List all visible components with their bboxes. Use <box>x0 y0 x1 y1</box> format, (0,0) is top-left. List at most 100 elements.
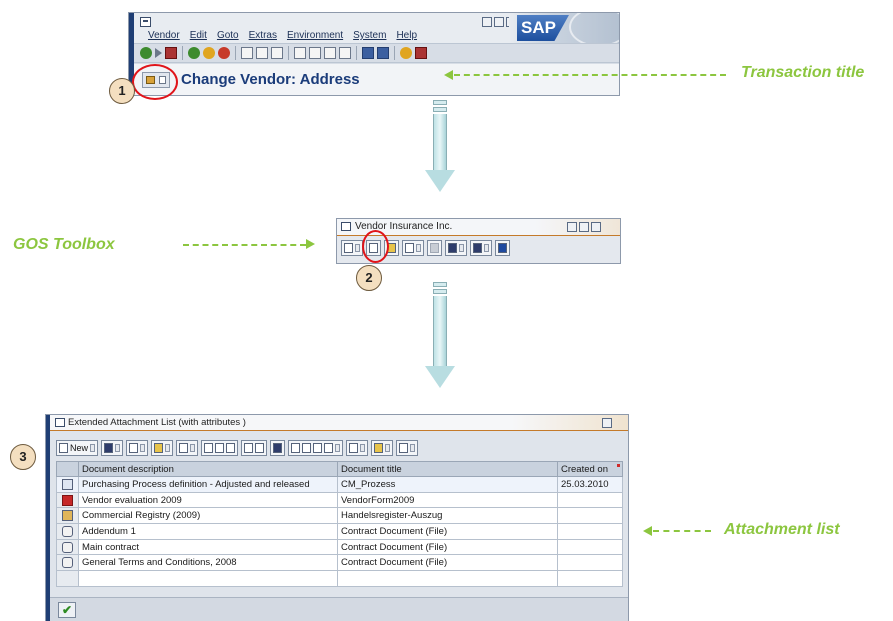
shortcut-icon[interactable] <box>377 47 389 59</box>
back-icon[interactable] <box>188 47 200 59</box>
table-row[interactable]: Main contract Contract Document (File) <box>56 538 623 556</box>
versions-icon <box>244 443 254 453</box>
attachment-toolbar: New <box>56 438 614 458</box>
next-page-icon[interactable] <box>324 47 336 59</box>
create-document-icon <box>344 243 353 253</box>
logo-wave-decoration <box>569 13 619 47</box>
my-objects-button[interactable] <box>470 240 492 256</box>
import-button[interactable] <box>151 440 174 456</box>
details-icon <box>204 443 214 453</box>
chevron-down-icon <box>190 444 196 452</box>
exit-icon[interactable] <box>203 47 215 59</box>
close-icon[interactable] <box>602 418 612 428</box>
minimize-icon[interactable] <box>482 17 492 27</box>
new-button[interactable]: New <box>56 440 99 456</box>
highlight-circle-attachment-button <box>362 230 389 263</box>
attachment-footer: ✔ <box>50 597 628 621</box>
layout-button[interactable] <box>346 440 369 456</box>
row-icon-cell <box>56 491 79 509</box>
previous-page-icon[interactable] <box>309 47 321 59</box>
spreadsheet-icon <box>399 443 409 453</box>
workflow-button[interactable] <box>445 240 467 256</box>
cell-empty <box>557 570 623 587</box>
create-session-icon[interactable] <box>362 47 374 59</box>
help-button[interactable] <box>495 240 510 256</box>
maximize-icon[interactable] <box>494 17 504 27</box>
menu-edit[interactable]: Edit <box>190 30 207 41</box>
sap-main-window: Vendor Edit Goto Extras Environment Syst… <box>128 12 620 96</box>
minimize-icon[interactable] <box>567 222 577 232</box>
menu-help[interactable]: Help <box>396 30 417 41</box>
copy-button[interactable] <box>126 440 149 456</box>
cancel-icon[interactable] <box>218 47 230 59</box>
menu-goto[interactable]: Goto <box>217 30 239 41</box>
create-button[interactable] <box>341 240 363 256</box>
cell-title: CM_Prozess <box>337 476 558 493</box>
callout-attachment-list: Attachment list <box>724 521 840 538</box>
cell-created <box>557 507 623 525</box>
highlight-circle-gos-button <box>132 64 178 100</box>
column-header-created[interactable]: Created on <box>557 461 623 477</box>
chevron-down-icon <box>90 444 96 452</box>
enter-icon[interactable] <box>140 47 152 59</box>
cell-created <box>557 523 623 540</box>
table-row[interactable]: General Terms and Conditions, 2008 Contr… <box>56 554 623 572</box>
step-marker-1: 1 <box>109 78 135 104</box>
layout-menu-icon[interactable] <box>415 47 427 59</box>
relationships-button[interactable] <box>427 240 442 256</box>
table-row[interactable]: Commercial Registry (2009) Handelsregist… <box>56 507 623 525</box>
system-menu-icon[interactable] <box>140 17 151 27</box>
column-header-description[interactable]: Document description <box>78 461 338 477</box>
menu-extras[interactable]: Extras <box>249 30 277 41</box>
table-row[interactable]: Vendor evaluation 2009 VendorForm2009 <box>56 491 623 509</box>
send-button[interactable] <box>402 240 424 256</box>
close-icon[interactable] <box>591 222 601 232</box>
column-header-title[interactable]: Document title <box>337 461 558 477</box>
toolbar-separator <box>288 46 289 60</box>
print-icon[interactable] <box>241 47 253 59</box>
row-icon-cell <box>56 538 79 556</box>
system-menu-icon[interactable] <box>55 418 65 427</box>
row-icon-cell <box>56 507 79 525</box>
chevron-down-icon <box>335 444 341 452</box>
column-header-icon[interactable] <box>56 461 79 477</box>
sort-icon <box>291 443 301 453</box>
help-icon[interactable] <box>400 47 412 59</box>
continue-button[interactable]: ✔ <box>58 602 76 618</box>
table-row[interactable]: Addendum 1 Contract Document (File) <box>56 523 623 540</box>
first-page-icon[interactable] <box>294 47 306 59</box>
menu-environment[interactable]: Environment <box>287 30 343 41</box>
relationships-icon <box>430 243 439 253</box>
chevron-down-icon <box>410 444 416 452</box>
system-menu-icon[interactable] <box>341 222 351 231</box>
table-row[interactable]: Purchasing Process definition - Adjusted… <box>56 476 623 493</box>
chevron-down-icon <box>385 444 391 452</box>
cell-description: Main contract <box>78 538 338 556</box>
menu-system[interactable]: System <box>353 30 386 41</box>
command-field-arrow-icon[interactable] <box>155 48 162 58</box>
export-list-button[interactable] <box>396 440 419 456</box>
step-marker-3: 3 <box>10 444 36 470</box>
find-next-icon[interactable] <box>271 47 283 59</box>
menu-vendor[interactable]: Vendor <box>148 30 180 41</box>
dashed-arrow-line <box>183 244 306 246</box>
standard-toolbar <box>134 43 619 63</box>
chevron-down-icon <box>115 444 121 452</box>
display-button[interactable] <box>101 440 124 456</box>
details-button[interactable] <box>201 440 239 456</box>
refresh-button[interactable] <box>270 440 286 456</box>
arrow-head <box>425 170 455 192</box>
sort-filter-button[interactable] <box>288 440 344 456</box>
maximize-icon[interactable] <box>579 222 589 232</box>
cell-title: Handelsregister-Auszug <box>337 507 558 525</box>
print-button[interactable] <box>371 440 394 456</box>
version-button[interactable] <box>241 440 268 456</box>
save-icon[interactable] <box>165 47 177 59</box>
last-page-icon[interactable] <box>339 47 351 59</box>
export-button[interactable] <box>176 440 199 456</box>
toolbar-separator <box>182 46 183 60</box>
chevron-down-icon <box>165 444 171 452</box>
chevron-down-icon <box>140 444 146 452</box>
arrow-shaft <box>433 296 447 366</box>
find-icon[interactable] <box>256 47 268 59</box>
